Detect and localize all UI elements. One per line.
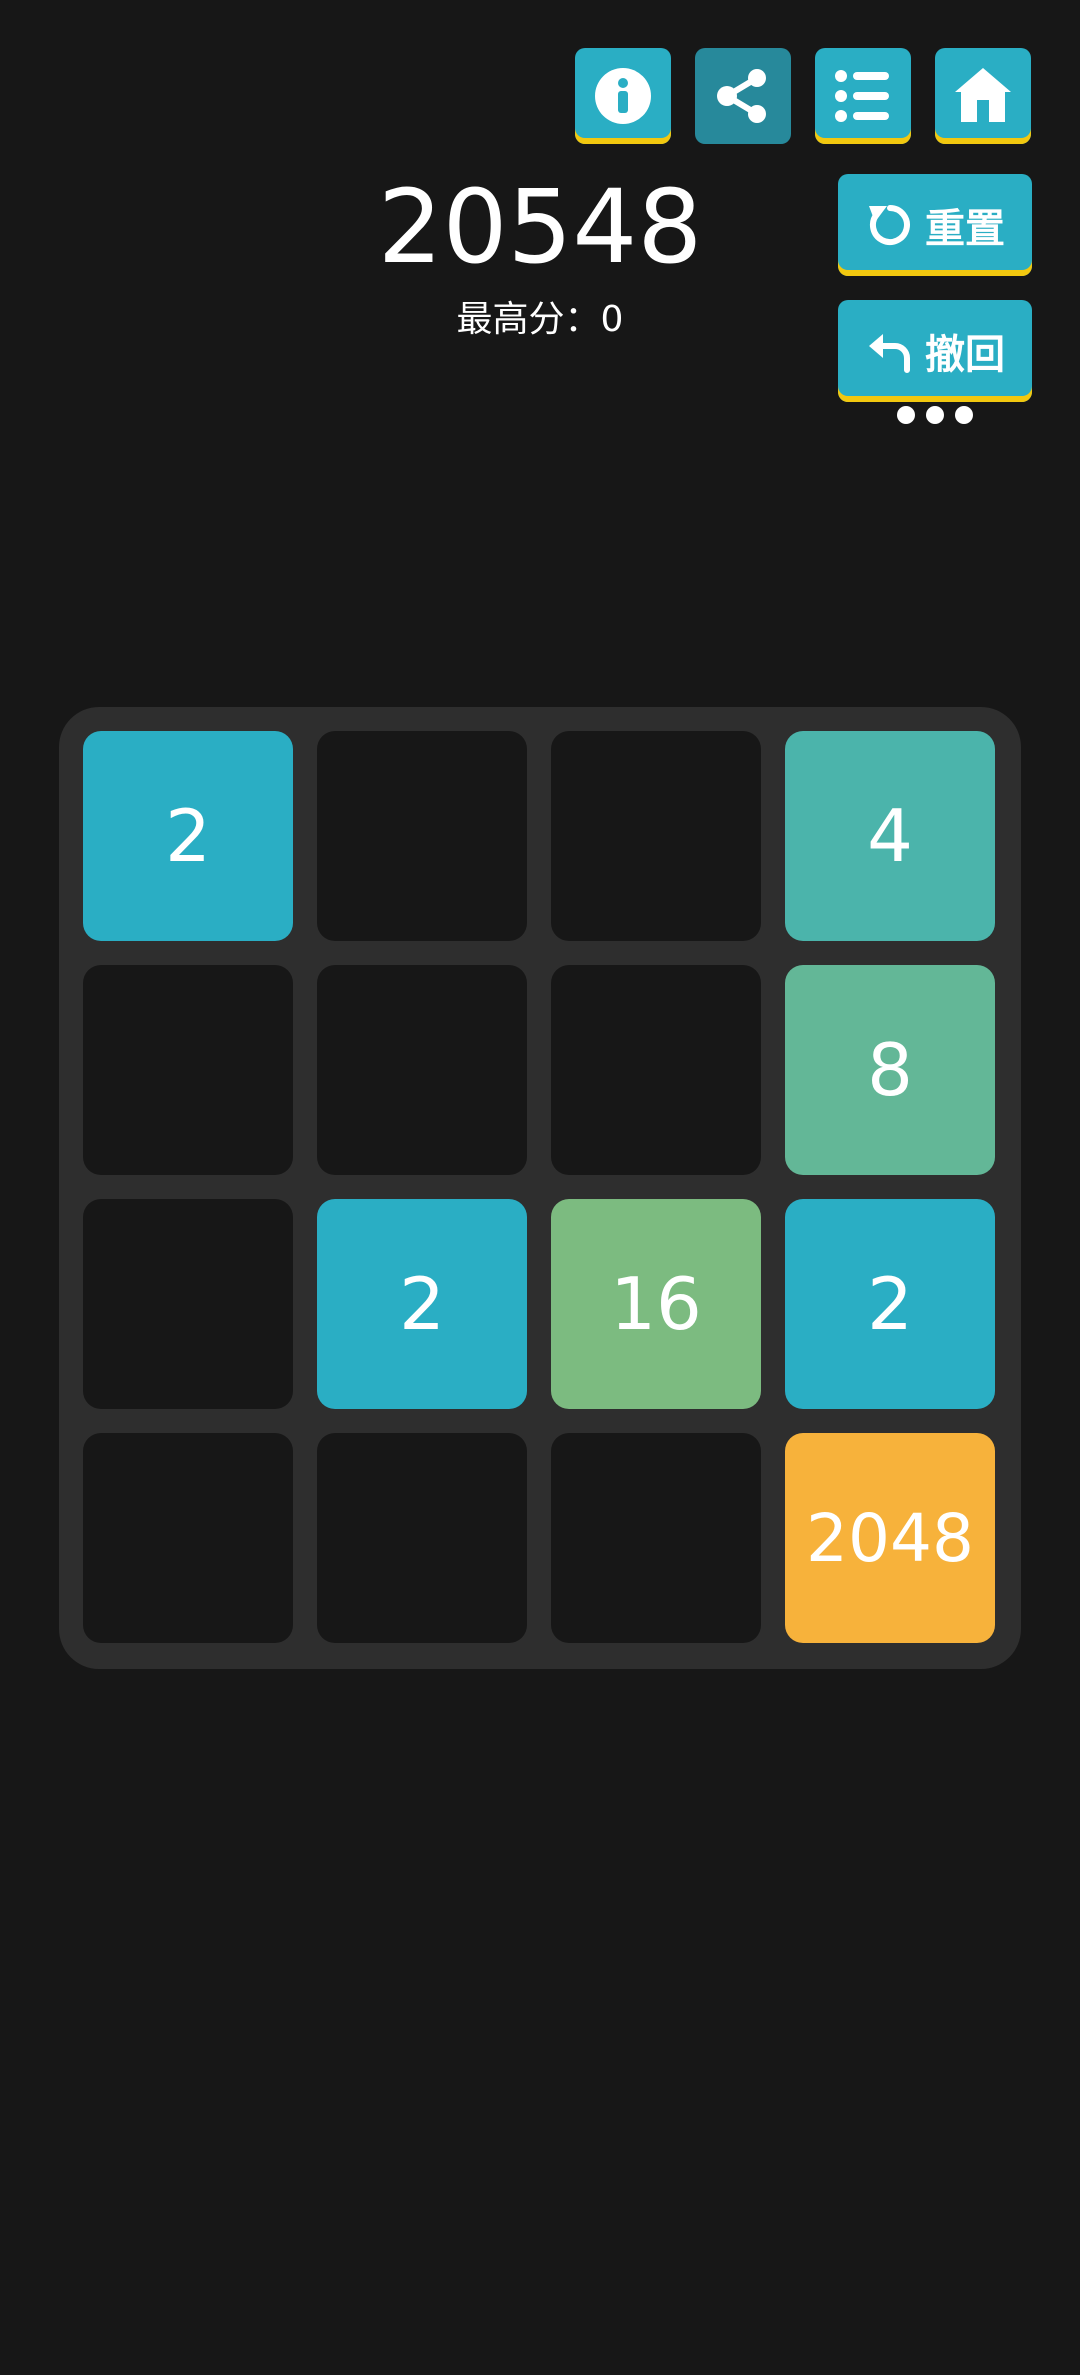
reset-icon xyxy=(865,200,915,250)
empty-cell xyxy=(551,965,761,1175)
empty-cell xyxy=(83,1199,293,1409)
tile: 8 xyxy=(785,965,995,1175)
empty-cell xyxy=(317,731,527,941)
current-score: 20548 xyxy=(377,168,703,287)
more-dot xyxy=(955,406,973,424)
tile: 16 xyxy=(551,1199,761,1409)
list-icon xyxy=(833,66,893,126)
empty-cell xyxy=(83,965,293,1175)
empty-cell xyxy=(317,1433,527,1643)
undo-button[interactable]: 撤回 xyxy=(838,300,1032,402)
tile: 2 xyxy=(785,1199,995,1409)
tile: 2 xyxy=(83,731,293,941)
home-button[interactable] xyxy=(935,48,1031,144)
share-button[interactable] xyxy=(695,48,791,144)
info-icon xyxy=(593,66,653,126)
reset-button[interactable]: 重置 xyxy=(838,174,1032,276)
tile: 2048 xyxy=(785,1433,995,1643)
more-options[interactable] xyxy=(897,406,973,426)
home-icon xyxy=(953,66,1013,126)
more-dot xyxy=(926,406,944,424)
empty-cell xyxy=(551,731,761,941)
tile: 4 xyxy=(785,731,995,941)
game-board[interactable]: 2 4 8 2 16 2 2048 xyxy=(59,707,1021,1669)
undo-icon xyxy=(865,326,915,376)
reset-label: 重置 xyxy=(925,206,1005,252)
undo-label: 撤回 xyxy=(925,332,1005,378)
empty-cell xyxy=(551,1433,761,1643)
info-button[interactable] xyxy=(575,48,671,144)
leaderboard-button[interactable] xyxy=(815,48,911,144)
more-dot xyxy=(897,406,915,424)
empty-cell xyxy=(317,965,527,1175)
empty-cell xyxy=(83,1433,293,1643)
tile: 2 xyxy=(317,1199,527,1409)
best-score: 最高分：0 xyxy=(456,299,624,340)
share-icon xyxy=(713,66,773,126)
